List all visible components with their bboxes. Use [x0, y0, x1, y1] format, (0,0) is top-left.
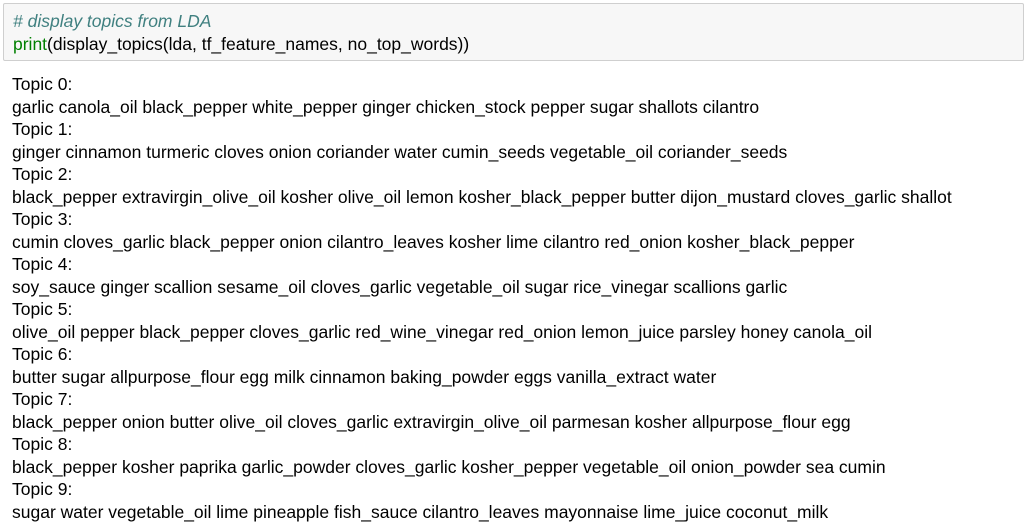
topic-header: Topic 1: — [12, 119, 73, 139]
code-comment: # display topics from LDA — [13, 11, 212, 31]
code-statement-line: print(display_topics(lda, tf_feature_nam… — [13, 33, 1023, 56]
topic-header: Topic 6: — [12, 344, 73, 364]
topic-header: Topic 9: — [12, 479, 73, 499]
topic-words: black_pepper extravirgin_olive_oil koshe… — [12, 186, 952, 207]
topic-words: butter sugar allpurpose_flour egg milk c… — [12, 366, 717, 387]
code-output: Topic 0: garlic canola_oil black_pepper … — [12, 73, 1025, 523]
topic-header: Topic 8: — [12, 434, 73, 454]
topic-header: Topic 2: — [12, 164, 73, 184]
code-input-cell[interactable]: # display topics from LDA print(display_… — [3, 3, 1024, 61]
topic-header: Topic 3: — [12, 209, 73, 229]
topic-words: garlic canola_oil black_pepper white_pep… — [12, 96, 760, 117]
topic-header: Topic 7: — [12, 389, 73, 409]
topic-header: Topic 5: — [12, 299, 73, 319]
topic-words: ginger cinnamon turmeric cloves onion co… — [12, 141, 788, 162]
print-keyword: print — [13, 34, 48, 54]
code-call: (display_topics(lda, tf_feature_names, n… — [47, 34, 470, 54]
code-comment-line: # display topics from LDA — [13, 10, 1023, 33]
topic-header: Topic 0: — [12, 74, 73, 94]
topic-words: cumin cloves_garlic black_pepper onion c… — [12, 231, 855, 252]
topic-words: black_pepper kosher paprika garlic_powde… — [12, 456, 886, 477]
topic-words: sugar water vegetable_oil lime pineapple… — [12, 501, 829, 522]
topic-words: olive_oil pepper black_pepper cloves_gar… — [12, 321, 872, 342]
topic-header: Topic 4: — [12, 254, 73, 274]
topic-words: soy_sauce ginger scallion sesame_oil clo… — [12, 276, 788, 297]
topic-words: black_pepper onion butter olive_oil clov… — [12, 411, 851, 432]
